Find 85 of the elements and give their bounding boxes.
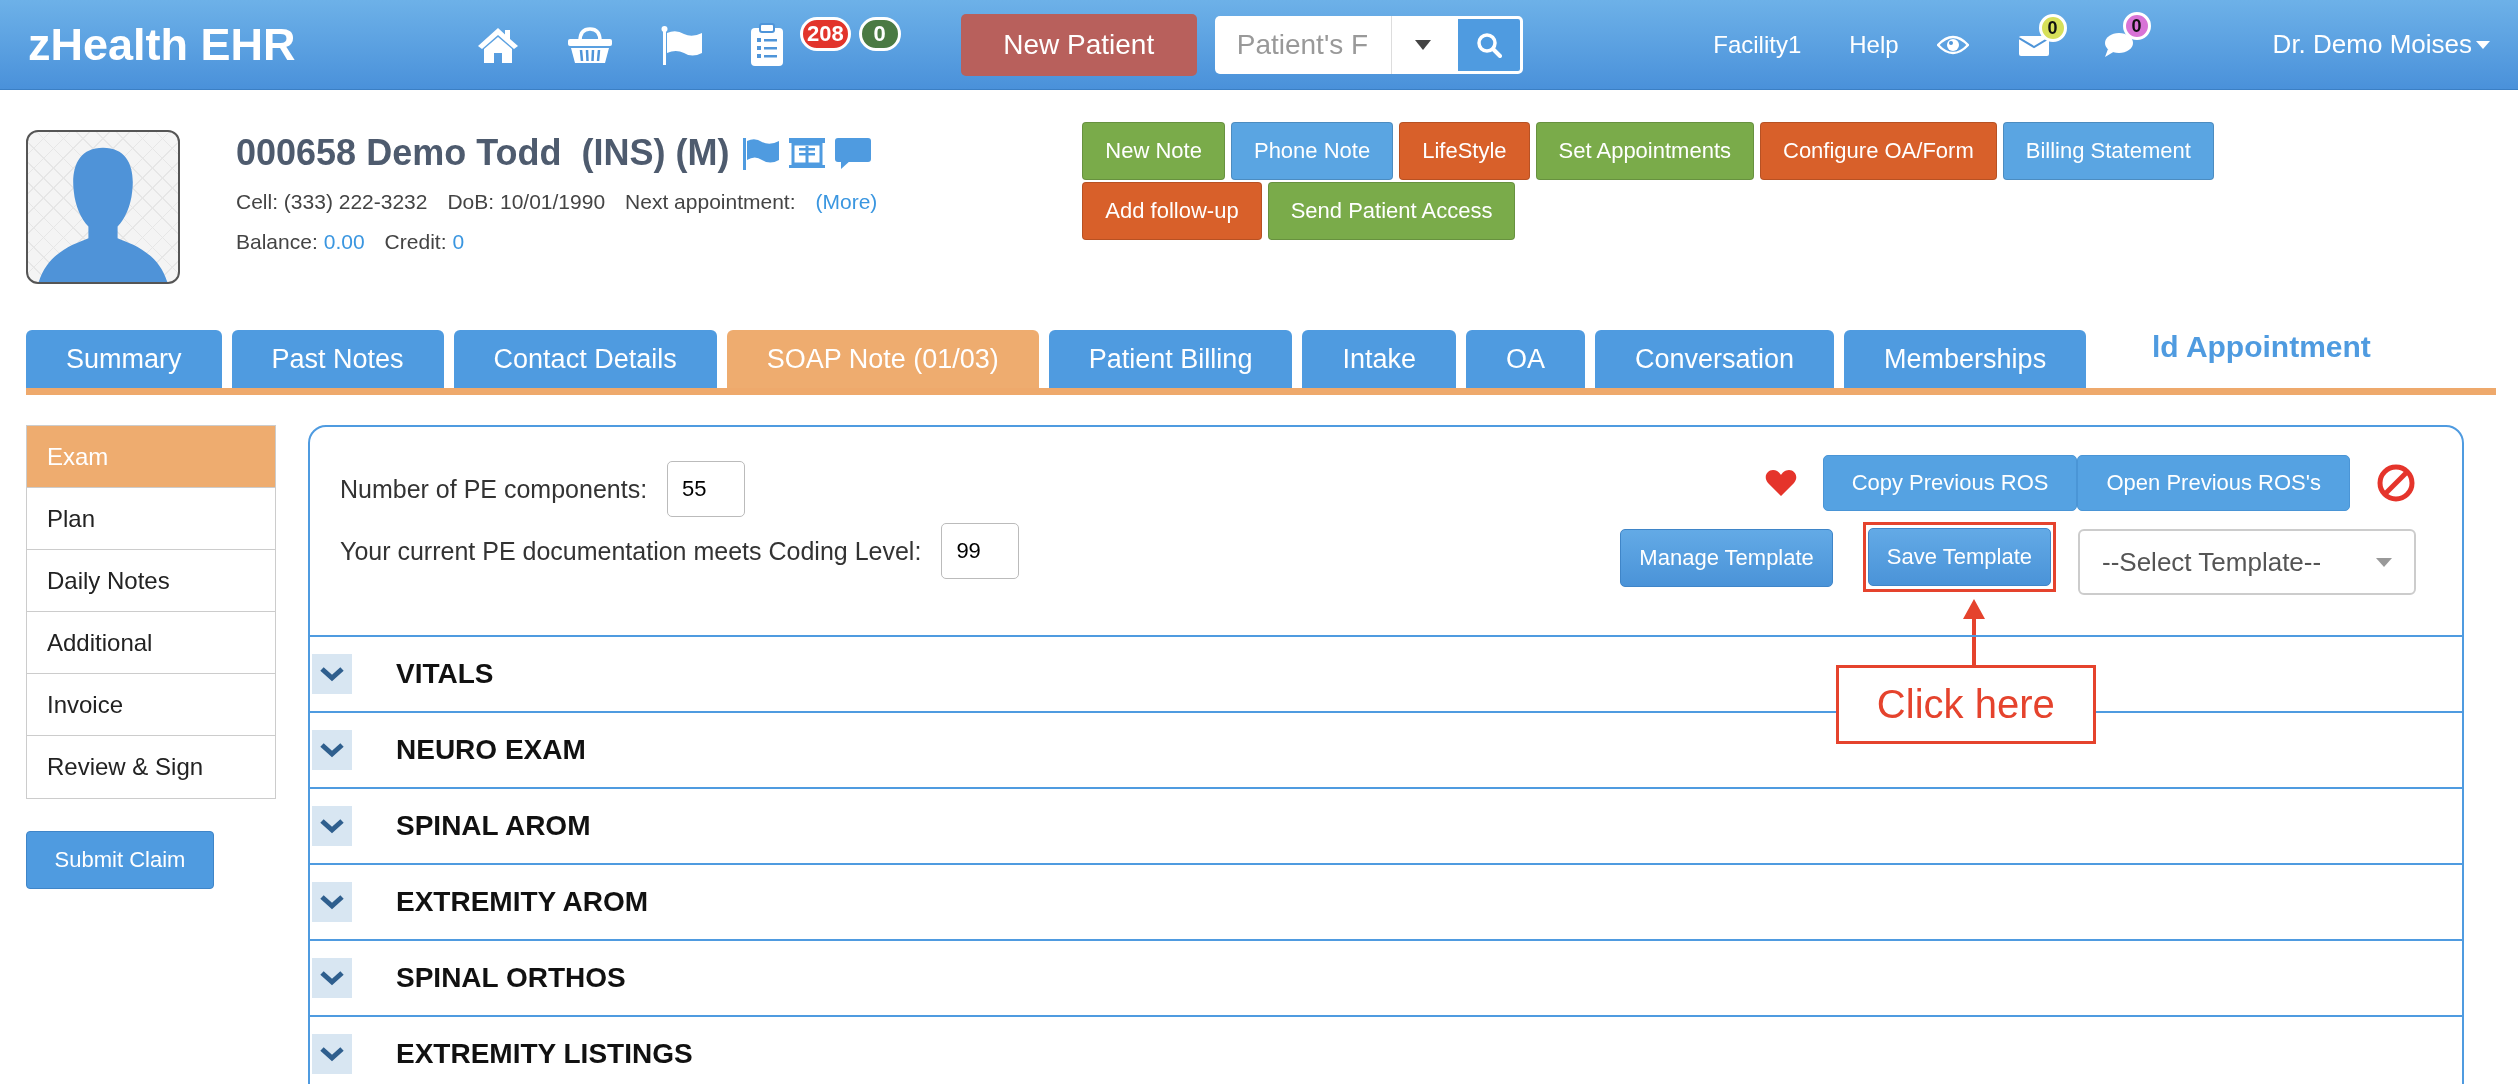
section-title[interactable]: EXTREMITY AROM: [396, 886, 648, 918]
eye-icon[interactable]: [1936, 34, 1969, 55]
coding-level-label: Your current PE documentation meets Coding Level:: [340, 536, 922, 566]
section-title[interactable]: EXTREMITY LISTINGS: [396, 1038, 693, 1070]
speech-bubble-icon[interactable]: [2102, 31, 2133, 58]
tab[interactable]: Contact Details: [453, 330, 717, 388]
search-dropdown-button[interactable]: [1390, 15, 1455, 74]
credit-label: Credit:: [384, 230, 447, 254]
basket-icon[interactable]: [566, 24, 614, 65]
heart-icon[interactable]: [1764, 469, 1797, 497]
action-button[interactable]: Phone Note: [1230, 122, 1394, 180]
patient-search-field[interactable]: Patient's F: [1214, 15, 1391, 74]
tab[interactable]: Intake: [1302, 330, 1456, 388]
section-title[interactable]: SPINAL AROM: [396, 810, 591, 842]
template-select[interactable]: --Select Template--: [2078, 529, 2416, 595]
action-button[interactable]: Configure OA/Form: [1760, 122, 1997, 180]
caret-down-icon: [1415, 39, 1432, 50]
expand-toggle[interactable]: [312, 882, 352, 922]
submit-claim-button[interactable]: Submit Claim: [26, 831, 214, 889]
chevron-down-icon: [320, 894, 344, 910]
coding-level-field[interactable]: 99: [941, 523, 1020, 579]
top-link[interactable]: Facility1: [1713, 30, 1802, 59]
annotation-arrow: [1961, 599, 1986, 667]
tab[interactable]: Conversation: [1595, 330, 1835, 388]
top-link[interactable]: Help: [1849, 30, 1899, 59]
patient-dob: DoB: 10/01/1990: [447, 190, 606, 214]
chevron-down-icon: [320, 1046, 344, 1062]
manage-template-button[interactable]: Manage Template: [1620, 529, 1833, 587]
pe-components-label: Number of PE components:: [340, 474, 648, 504]
balance-label: Balance:: [236, 230, 318, 254]
new-patient-button[interactable]: New Patient: [960, 13, 1197, 76]
notification-count: 0: [2038, 13, 2067, 42]
action-button[interactable]: LifeStyle: [1399, 122, 1530, 180]
billboard-icon[interactable]: [787, 136, 828, 170]
search-button[interactable]: [1454, 15, 1523, 74]
caret-down-icon: [2376, 557, 2392, 567]
action-button[interactable]: Add follow-up: [1082, 182, 1262, 240]
patient-name: 000658 Demo Todd (INS) (M): [236, 132, 730, 174]
credit-value[interactable]: 0: [452, 230, 465, 254]
flag-icon[interactable]: [741, 136, 782, 170]
tab[interactable]: OA: [1465, 330, 1585, 388]
ros-button[interactable]: Copy Previous ROS: [1822, 455, 2078, 511]
chevron-down-icon: [320, 818, 344, 834]
sidebar-item[interactable]: Exam: [27, 426, 275, 488]
user-menu[interactable]: Dr. Demo Moises: [2272, 29, 2490, 60]
expand-toggle[interactable]: [312, 730, 352, 770]
action-button[interactable]: New Note: [1082, 122, 1225, 180]
pe-components-field[interactable]: 55: [667, 461, 746, 517]
tab[interactable]: Past Notes: [231, 330, 444, 388]
more-link[interactable]: (More): [815, 190, 878, 214]
expand-toggle[interactable]: [312, 1034, 352, 1074]
click-here-callout: Click here: [1835, 665, 2096, 744]
prohibited-icon[interactable]: [2376, 463, 2416, 503]
balance-value[interactable]: 0.00: [323, 230, 365, 254]
envelope-icon[interactable]: [2018, 33, 2049, 56]
action-button[interactable]: Set Appointments: [1535, 122, 1754, 180]
tab[interactable]: Memberships: [1844, 330, 2087, 388]
app-logo[interactable]: zHealth EHR: [28, 18, 448, 71]
expand-toggle[interactable]: [312, 958, 352, 998]
search-icon: [1475, 31, 1502, 58]
chevron-down-icon: [320, 970, 344, 986]
action-button[interactable]: Send Patient Access: [1267, 182, 1516, 240]
action-button[interactable]: Billing Statement: [2002, 122, 2214, 180]
expand-toggle[interactable]: [312, 806, 352, 846]
section-title[interactable]: NEURO EXAM: [396, 734, 586, 766]
speech-bubble-icon[interactable]: [833, 136, 874, 170]
count-badge[interactable]: 0: [858, 16, 901, 51]
add-appointment-link[interactable]: ld Appointment: [2152, 330, 2371, 364]
next-appointment-label: Next appointment:: [625, 190, 796, 214]
flag-icon[interactable]: [660, 24, 704, 65]
expand-toggle[interactable]: [312, 654, 352, 694]
patient-cell: Cell: (333) 222-3232: [236, 190, 428, 214]
clipboard-icon[interactable]: [750, 22, 784, 67]
section-title[interactable]: SPINAL ORTHOS: [396, 962, 626, 994]
ros-button[interactable]: Open Previous ROS's: [2077, 455, 2350, 511]
section-title[interactable]: VITALS: [396, 658, 494, 690]
tab[interactable]: Summary: [26, 330, 222, 388]
save-template-button[interactable]: Save Template: [1867, 528, 2051, 586]
notification-count: 0: [2122, 11, 2151, 40]
count-badge[interactable]: 208: [800, 16, 851, 51]
caret-down-icon: [2476, 40, 2490, 49]
chevron-down-icon: [320, 742, 344, 758]
tab[interactable]: Patient Billing: [1048, 330, 1293, 388]
tab[interactable]: SOAP Note (01/03): [726, 330, 1039, 388]
chevron-down-icon: [320, 666, 344, 682]
